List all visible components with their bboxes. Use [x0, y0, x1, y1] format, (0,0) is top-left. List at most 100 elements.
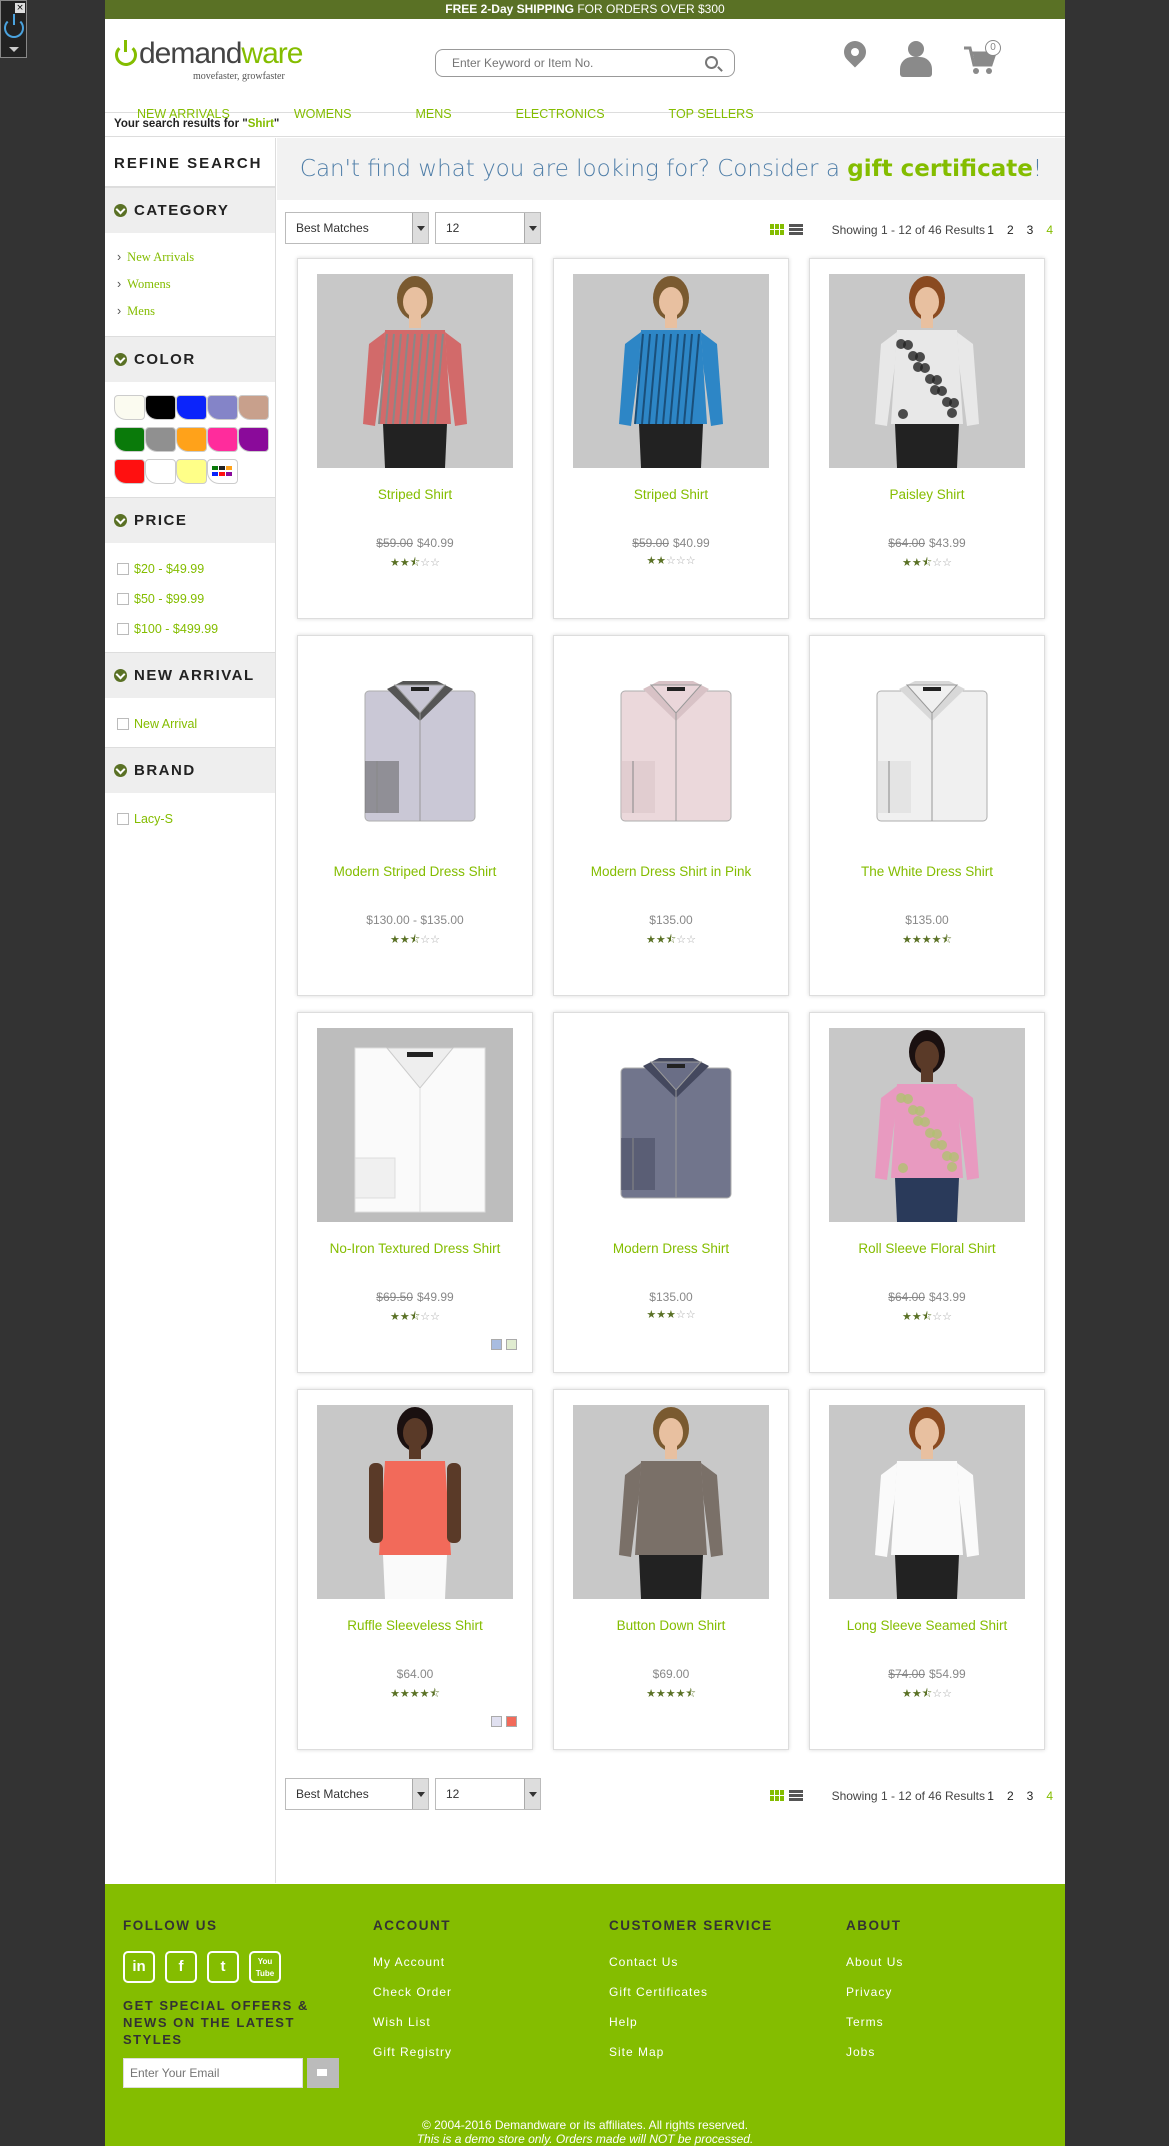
- color-swatch[interactable]: [176, 459, 207, 484]
- product-image[interactable]: [573, 651, 769, 845]
- account-icon[interactable]: [900, 41, 932, 77]
- page-link[interactable]: 2: [1007, 1789, 1014, 1803]
- brand-header[interactable]: BRAND: [105, 747, 275, 793]
- store-locator-icon[interactable]: [839, 36, 871, 75]
- product-image[interactable]: [317, 1028, 513, 1222]
- product-tile[interactable]: Modern Dress Shirt in Pink $135.00 ★★⯪☆☆: [553, 635, 789, 996]
- dev-toolbar-widget[interactable]: ×: [0, 0, 27, 58]
- product-tile[interactable]: Long Sleeve Seamed Shirt $74.00 $54.99 ★★…: [809, 1389, 1045, 1750]
- product-name[interactable]: Roll Sleeve Floral Shirt: [810, 1241, 1044, 1256]
- product-name[interactable]: No-Iron Textured Dress Shirt: [298, 1241, 532, 1256]
- footer-link[interactable]: Site Map: [609, 2045, 773, 2075]
- nav-mens[interactable]: MENS: [416, 107, 452, 121]
- nav-new-arrivals[interactable]: NEW ARRIVALS: [137, 107, 230, 121]
- facebook-icon[interactable]: f: [165, 1951, 197, 1983]
- page-link[interactable]: 1: [987, 1789, 994, 1803]
- product-name[interactable]: The White Dress Shirt: [810, 864, 1044, 879]
- page-size-select[interactable]: 12: [435, 1778, 541, 1810]
- product-image[interactable]: [829, 1028, 1025, 1222]
- product-name[interactable]: Modern Striped Dress Shirt: [298, 864, 532, 879]
- color-swatch[interactable]: [114, 459, 145, 484]
- product-name[interactable]: Button Down Shirt: [554, 1618, 788, 1633]
- page-link[interactable]: 4: [1046, 1789, 1053, 1803]
- chevron-down-icon[interactable]: [9, 47, 19, 52]
- sort-select[interactable]: Best Matches: [285, 212, 429, 244]
- product-name[interactable]: Striped Shirt: [298, 487, 532, 502]
- product-tile[interactable]: Button Down Shirt $69.00 ★★★★⯪: [553, 1389, 789, 1750]
- product-tile[interactable]: Striped Shirt $59.00 $40.99 ★★☆☆☆: [553, 258, 789, 619]
- product-tile[interactable]: No-Iron Textured Dress Shirt $69.50 $49.9…: [297, 1012, 533, 1373]
- color-swatch[interactable]: [176, 427, 207, 452]
- list-view-icon[interactable]: [789, 224, 803, 235]
- product-name[interactable]: Long Sleeve Seamed Shirt: [810, 1618, 1044, 1633]
- product-tile[interactable]: Modern Dress Shirt $135.00 ★★★☆☆: [553, 1012, 789, 1373]
- product-image[interactable]: [829, 274, 1025, 468]
- new-arrival-option[interactable]: New Arrival: [117, 709, 275, 739]
- product-color-swatch[interactable]: [491, 1716, 502, 1727]
- footer-link[interactable]: Jobs: [846, 2045, 903, 2075]
- product-image[interactable]: [317, 274, 513, 468]
- category-header[interactable]: CATEGORY: [105, 187, 275, 233]
- color-swatch[interactable]: [145, 395, 176, 420]
- product-image[interactable]: [829, 651, 1025, 845]
- product-name[interactable]: Paisley Shirt: [810, 487, 1044, 502]
- footer-link[interactable]: Privacy: [846, 1985, 903, 2015]
- color-swatch[interactable]: [238, 427, 269, 452]
- checkbox[interactable]: [117, 813, 129, 825]
- page-link[interactable]: 1: [987, 223, 994, 237]
- checkbox[interactable]: [117, 593, 129, 605]
- product-color-swatch[interactable]: [506, 1716, 517, 1727]
- footer-link[interactable]: Gift Certificates: [609, 1985, 773, 2015]
- color-swatch[interactable]: [207, 427, 238, 452]
- search-input[interactable]: [436, 50, 686, 76]
- footer-link[interactable]: Terms: [846, 2015, 903, 2045]
- color-swatch[interactable]: [145, 459, 176, 484]
- footer-link[interactable]: About Us: [846, 1955, 903, 1985]
- footer-link[interactable]: My Account: [373, 1955, 452, 1985]
- price-option[interactable]: $100 - $499.99: [117, 614, 275, 644]
- product-image[interactable]: [573, 1405, 769, 1599]
- page-link[interactable]: 3: [1027, 1789, 1034, 1803]
- page-link[interactable]: 3: [1027, 223, 1034, 237]
- color-swatch[interactable]: [207, 459, 238, 484]
- product-name[interactable]: Striped Shirt: [554, 487, 788, 502]
- nav-electronics[interactable]: ELECTRONICS: [516, 107, 605, 121]
- close-icon[interactable]: ×: [15, 3, 25, 13]
- sort-select[interactable]: Best Matches: [285, 1778, 429, 1810]
- footer-link[interactable]: Check Order: [373, 1985, 452, 2015]
- product-tile[interactable]: Striped Shirt $59.00 $40.99 ★★⯪☆☆: [297, 258, 533, 619]
- price-option[interactable]: $50 - $99.99: [117, 584, 275, 614]
- checkbox[interactable]: [117, 623, 129, 635]
- footer-link[interactable]: Help: [609, 2015, 773, 2045]
- gift-certificate-link[interactable]: gift certificate: [847, 156, 1033, 182]
- category-mens[interactable]: Mens: [117, 299, 275, 326]
- grid-view-icon[interactable]: [770, 224, 784, 235]
- color-swatch[interactable]: [145, 427, 176, 452]
- nav-womens[interactable]: WOMENS: [294, 107, 352, 121]
- page-link[interactable]: 4: [1046, 223, 1053, 237]
- color-swatch[interactable]: [176, 395, 207, 420]
- footer-link[interactable]: Gift Registry: [373, 2045, 452, 2075]
- youtube-icon[interactable]: You Tube: [249, 1951, 281, 1983]
- nav-top-sellers[interactable]: TOP SELLERS: [669, 107, 754, 121]
- price-header[interactable]: PRICE: [105, 497, 275, 543]
- brand-option[interactable]: Lacy-S: [117, 804, 275, 834]
- product-tile[interactable]: The White Dress Shirt $135.00 ★★★★⯪: [809, 635, 1045, 996]
- product-tile[interactable]: Roll Sleeve Floral Shirt $64.00 $43.99 ★★…: [809, 1012, 1045, 1373]
- product-tile[interactable]: Modern Striped Dress Shirt $130.00 - $13…: [297, 635, 533, 996]
- product-color-swatch[interactable]: [491, 1339, 502, 1350]
- power-icon[interactable]: [4, 14, 24, 38]
- search-icon[interactable]: [705, 56, 718, 69]
- product-image[interactable]: [317, 651, 513, 845]
- color-swatch[interactable]: [114, 395, 145, 420]
- product-image[interactable]: [317, 1405, 513, 1599]
- product-image[interactable]: [573, 274, 769, 468]
- linkedin-icon[interactable]: in: [123, 1951, 155, 1983]
- checkbox[interactable]: [117, 718, 129, 730]
- page-link[interactable]: 2: [1007, 223, 1014, 237]
- email-submit-button[interactable]: [307, 2058, 339, 2088]
- checkbox[interactable]: [117, 563, 129, 575]
- product-image[interactable]: [829, 1405, 1025, 1599]
- list-view-icon[interactable]: [789, 1790, 803, 1801]
- cart-icon[interactable]: 0: [963, 40, 1003, 77]
